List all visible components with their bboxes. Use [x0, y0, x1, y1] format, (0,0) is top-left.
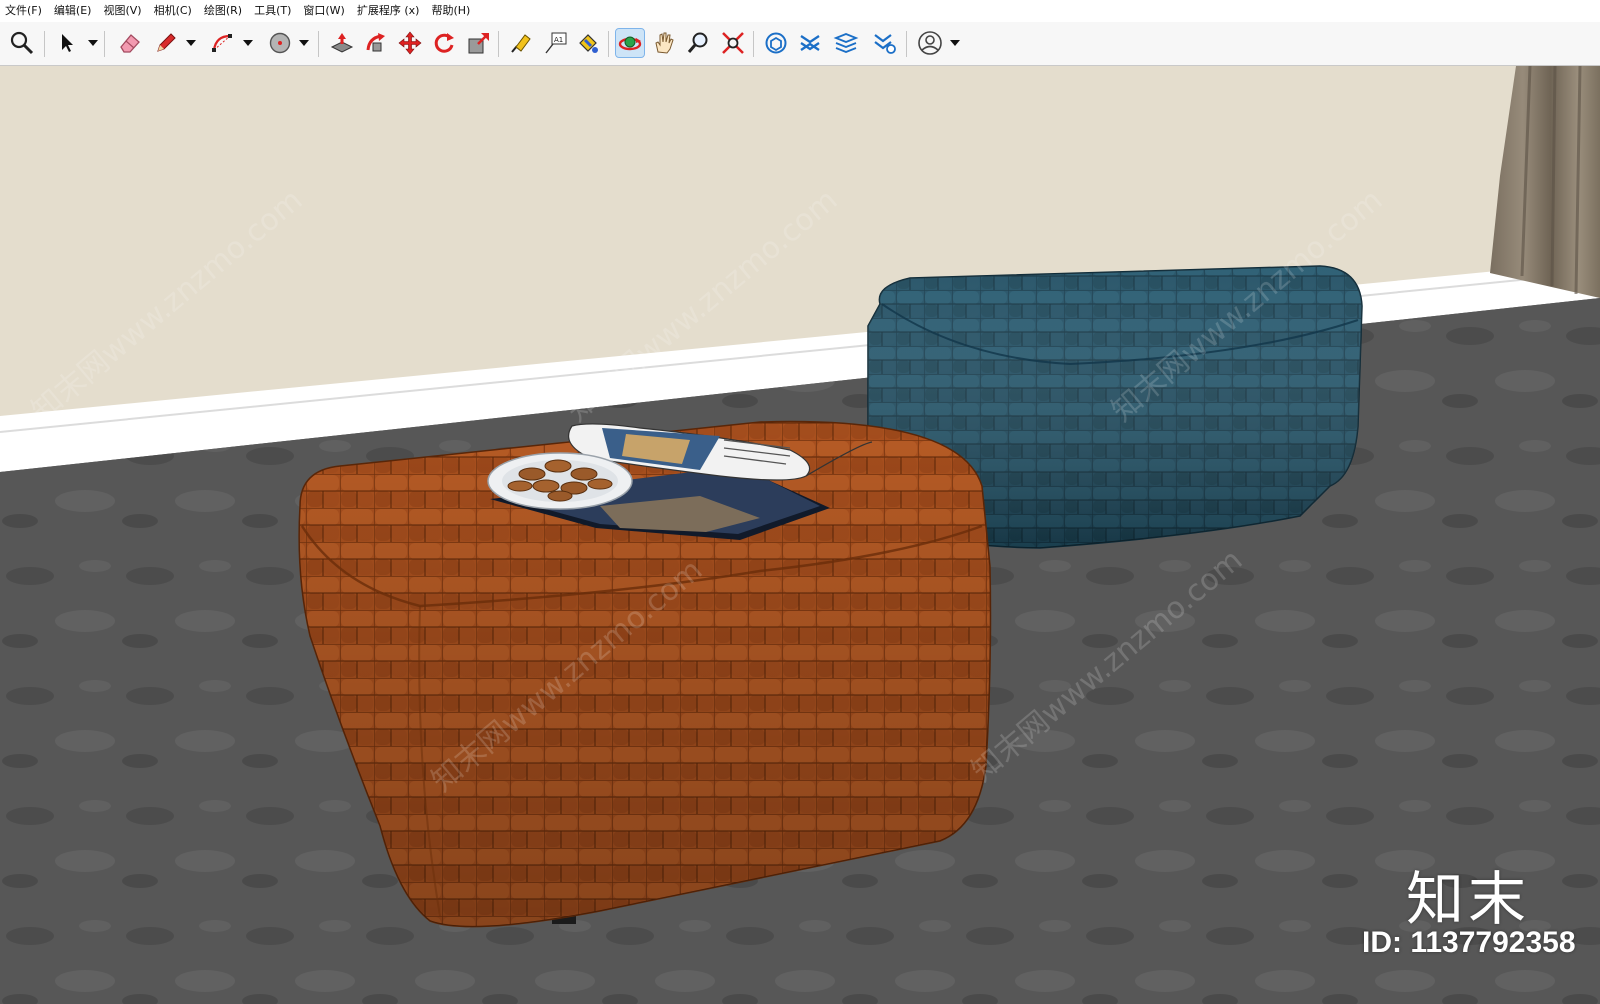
watermark-logo: 知末	[1406, 865, 1531, 933]
main-toolbar: A1	[0, 22, 1600, 66]
chevron-down-icon[interactable]	[185, 34, 197, 52]
chevron-down-icon[interactable]	[298, 34, 310, 52]
toolbar-separator	[318, 31, 319, 57]
pan-hand-icon[interactable]	[650, 29, 678, 57]
toolbar-separator	[608, 31, 609, 57]
3d-warehouse-icon[interactable]	[762, 29, 790, 57]
cookie-plate	[487, 452, 633, 510]
zoom-extents-icon[interactable]	[719, 29, 747, 57]
push-pull-icon[interactable]	[328, 29, 356, 57]
menu-bar: 文件(F) 编辑(E) 视图(V) 相机(C) 绘图(R) 工具(T) 窗口(W…	[0, 0, 1600, 22]
toolbar-separator	[906, 31, 907, 57]
move-arrows-icon[interactable]	[396, 29, 424, 57]
eraser-icon[interactable]	[116, 29, 144, 57]
scale-icon[interactable]	[465, 29, 493, 57]
toolbar-separator	[753, 31, 754, 57]
menu-extensions[interactable]: 扩展程序 (x)	[352, 0, 427, 22]
zoom-search-icon[interactable]	[8, 29, 36, 57]
menu-camera[interactable]: 相机(C)	[149, 0, 199, 22]
account-icon[interactable]	[916, 29, 944, 57]
menu-view[interactable]: 视图(V)	[98, 0, 148, 22]
menu-tools[interactable]: 工具(T)	[249, 0, 298, 22]
follow-me-icon[interactable]	[362, 29, 390, 57]
toolbar-separator	[44, 31, 45, 57]
rotate-icon[interactable]	[430, 29, 458, 57]
arc-icon[interactable]	[209, 29, 237, 57]
zoom-magnifier-icon[interactable]	[685, 29, 713, 57]
menu-help[interactable]: 帮助(H)	[426, 0, 477, 22]
menu-window[interactable]: 窗口(W)	[298, 0, 351, 22]
menu-edit[interactable]: 编辑(E)	[49, 0, 99, 22]
orbit-icon[interactable]	[615, 28, 645, 58]
layout-stack-icon[interactable]	[832, 29, 860, 57]
menu-file[interactable]: 文件(F)	[0, 0, 49, 22]
menu-draw[interactable]: 绘图(R)	[199, 0, 249, 22]
svg-text:A1: A1	[554, 36, 563, 44]
scene-render	[0, 66, 1600, 1004]
text-label-icon[interactable]: A1	[542, 29, 570, 57]
model-viewport[interactable]: 知末网www.znzmo.com 知末网www.znzmo.com 知末网www…	[0, 66, 1600, 1004]
tape-measure-icon[interactable]	[507, 29, 535, 57]
toolbar-separator	[104, 31, 105, 57]
pencil-line-icon[interactable]	[152, 29, 180, 57]
extension-manager-icon[interactable]	[871, 29, 899, 57]
toolbar-separator	[498, 31, 499, 57]
select-arrow-icon[interactable]	[53, 29, 81, 57]
circle-shape-icon[interactable]	[266, 29, 294, 57]
chevron-down-icon[interactable]	[87, 34, 99, 52]
paint-bucket-icon[interactable]	[574, 29, 602, 57]
chevron-down-icon[interactable]	[242, 34, 254, 52]
chevron-down-icon[interactable]	[949, 34, 961, 52]
watermark-id: ID: 1137792358	[1362, 926, 1576, 959]
extension-warehouse-icon[interactable]	[796, 29, 824, 57]
